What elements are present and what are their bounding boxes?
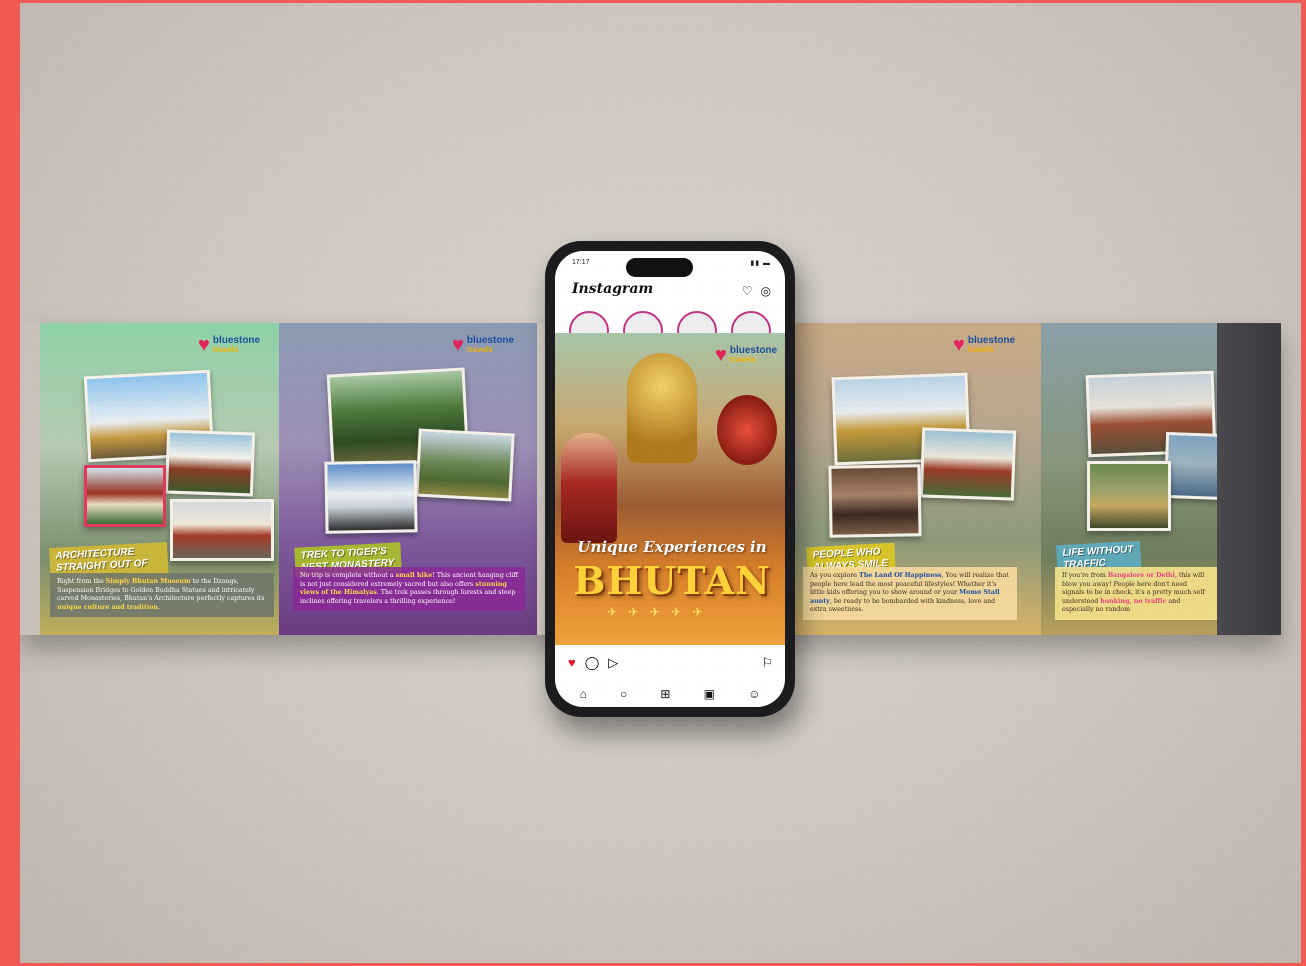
street-photo xyxy=(1085,370,1217,458)
story-avatar[interactable] xyxy=(677,311,717,351)
brand-sub: travels xyxy=(729,355,756,364)
story-avatar[interactable] xyxy=(569,311,609,351)
monastery-photo xyxy=(170,499,274,561)
post-actions: ♥ ◯ ▷ xyxy=(568,655,618,671)
share-icon[interactable]: ▷ xyxy=(608,655,618,671)
bottom-nav: ⌂ ○ ⊞ ▣ ☺ xyxy=(555,687,785,701)
statue-photo xyxy=(831,372,971,466)
panel-description: As you explore The Land Of Happiness, Yo… xyxy=(803,567,1017,620)
brand-name: bluestone xyxy=(466,335,515,346)
feed-post-image[interactable]: ♥ bluestone travels Unique Experiences in… xyxy=(555,333,785,645)
messenger-icon[interactable]: ◎ xyxy=(761,284,771,298)
brand-sub: travels xyxy=(967,345,994,354)
birds-decoration: ✈ ✈ ✈ ✈ ✈ xyxy=(607,605,707,619)
carousel-panel-traffic: Life without traffic lights If you're fr… xyxy=(1041,323,1217,635)
bookmark-icon[interactable]: ⚐ xyxy=(761,655,773,671)
panel-description: Right from the Simply Bhutan Museum to t… xyxy=(50,573,274,617)
status-icons: ▮▮ ▬ xyxy=(750,260,771,267)
heart-icon: ♥ xyxy=(198,334,210,356)
dzong-photo xyxy=(164,429,256,497)
create-post-icon[interactable]: ⊞ xyxy=(660,687,670,701)
story-avatar[interactable] xyxy=(731,311,771,351)
hikers-photo xyxy=(324,460,418,534)
carousel-panel-edge xyxy=(1217,323,1281,635)
phone-screen: 17:17 ▮▮ ▬ Instagram ♡ ◎ ♥ bluestone trav… xyxy=(555,251,785,707)
heart-icon: ♥ xyxy=(953,334,965,356)
profile-icon[interactable]: ☺ xyxy=(748,687,760,701)
like-heart-icon[interactable]: ♥ xyxy=(568,655,576,671)
post-subtitle: Unique Experiences in xyxy=(577,538,767,556)
prayer-flags-photo xyxy=(1163,431,1217,501)
post-title: Unique Experiences in BHUTAN xyxy=(555,538,785,603)
carousel-strip: ♥ bluestone travels Architecture straight… xyxy=(20,323,1281,635)
panel-description: If you're from Bangalore or Delhi, this … xyxy=(1055,567,1217,620)
crafts-photo xyxy=(828,464,922,538)
dynamic-island xyxy=(626,258,693,277)
phone-mockup: 17:17 ▮▮ ▬ Instagram ♡ ◎ ♥ bluestone trav… xyxy=(545,241,795,717)
app-title: Instagram xyxy=(572,281,654,297)
post-headline: BHUTAN xyxy=(573,558,771,603)
brand-logo: ♥ bluestone travels xyxy=(452,335,514,355)
home-icon[interactable]: ⌂ xyxy=(580,687,587,701)
panel-tag: Life without traffic lights xyxy=(1055,540,1143,586)
panel-tag: Architecture straight out of anime xyxy=(49,541,169,589)
forest-trail-photo xyxy=(326,367,470,469)
buddha-photo xyxy=(83,369,215,463)
status-time: 17:17 xyxy=(572,259,590,266)
brand-name: bluestone xyxy=(212,335,261,346)
brand-sub: travels xyxy=(466,345,493,354)
notifications-heart-icon[interactable]: ♡ xyxy=(742,284,753,298)
brand-logo: ♥ bluestone travels xyxy=(715,345,777,365)
brand-name: bluestone xyxy=(729,345,778,356)
story-avatar[interactable] xyxy=(623,311,663,351)
reels-icon[interactable]: ▣ xyxy=(704,687,715,701)
carousel-panel-trek: ♥ bluestone travels Trek to Tiger's nest … xyxy=(279,323,537,635)
brand-name: bluestone xyxy=(967,335,1016,346)
forest-road-photo xyxy=(1087,461,1171,531)
stories-row xyxy=(569,311,771,351)
comment-icon[interactable]: ◯ xyxy=(585,655,600,671)
mask-figure xyxy=(717,395,777,465)
brand-logo: ♥ bluestone travels xyxy=(953,335,1015,355)
panel-tag: Trek to Tiger's nest monastery xyxy=(294,542,402,577)
carousel-panel-people: ♥ bluestone travels People who always smi… xyxy=(787,323,1041,635)
mountain-photo xyxy=(415,428,515,502)
carousel-panel-architecture: ♥ bluestone travels Architecture straight… xyxy=(40,323,279,635)
golden-buddha-figure xyxy=(627,353,697,463)
wall-background: ♥ bluestone travels Architecture straight… xyxy=(20,3,1301,963)
panel-description: No trip is complete without a small hike… xyxy=(293,567,525,611)
monk-figure xyxy=(561,433,617,543)
temple-photo xyxy=(84,465,166,527)
brand-logo: ♥ bluestone travels xyxy=(198,335,260,355)
panel-tag: People who always smile xyxy=(806,542,896,577)
header-icons: ♡ ◎ xyxy=(742,284,771,298)
heart-icon: ♥ xyxy=(452,334,464,356)
brand-sub: travels xyxy=(212,345,239,354)
heart-icon: ♥ xyxy=(715,344,727,366)
search-icon[interactable]: ○ xyxy=(620,687,627,701)
dzong-photo xyxy=(919,427,1017,501)
